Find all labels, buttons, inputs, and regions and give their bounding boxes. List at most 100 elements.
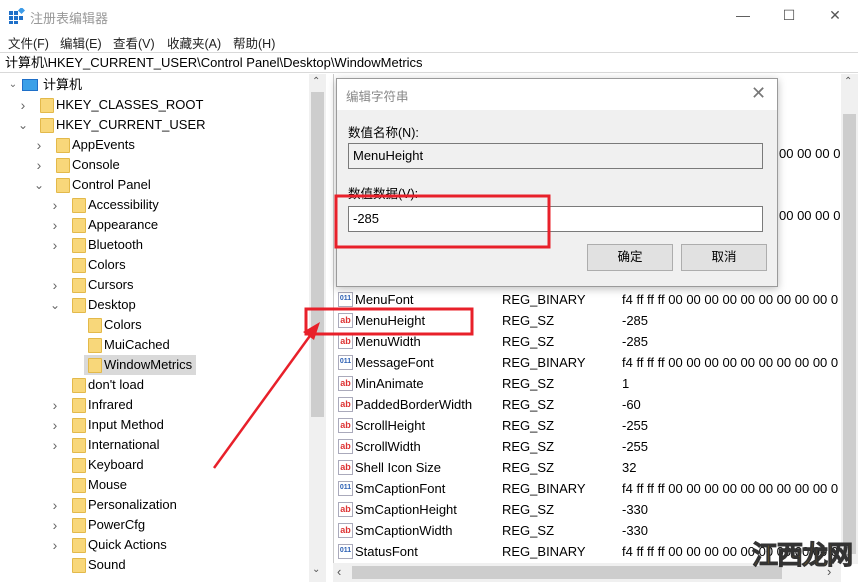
tree-item[interactable]: › Personalization bbox=[0, 495, 309, 515]
close-button[interactable]: ✕ bbox=[812, 0, 858, 30]
chevron-right-icon[interactable]: › bbox=[50, 435, 60, 455]
value-row[interactable]: 011 MessageFont REG_BINARY f4 ff ff ff 00 0… bbox=[338, 352, 848, 373]
address-bar[interactable]: 计算机\HKEY_CURRENT_USER\Control Panel\Desk… bbox=[0, 52, 858, 73]
tree-item-label: Bluetooth bbox=[88, 237, 143, 252]
value-row[interactable]: ab MinAnimate REG_SZ 1 bbox=[338, 373, 848, 394]
tree-item-label: Cursors bbox=[88, 277, 134, 292]
value-name: MessageFont bbox=[355, 355, 434, 370]
chevron-right-icon[interactable]: › bbox=[50, 235, 60, 255]
scroll-left-icon[interactable]: ‹ bbox=[337, 564, 341, 579]
minimize-button[interactable]: — bbox=[720, 0, 766, 30]
tree-item[interactable]: Colors bbox=[0, 255, 309, 275]
tree-item[interactable]: WindowMetrics bbox=[0, 355, 309, 375]
folder-icon bbox=[40, 118, 54, 133]
dialog-close-icon[interactable]: ✕ bbox=[751, 83, 766, 104]
scroll-up-icon[interactable]: ⌃ bbox=[844, 76, 852, 87]
folder-icon bbox=[88, 358, 102, 373]
value-row[interactable]: 011 MenuFont REG_BINARY f4 ff ff ff 00 00 0… bbox=[338, 289, 848, 310]
tree-item[interactable]: › AppEvents bbox=[0, 135, 309, 155]
tree-item[interactable]: › Bluetooth bbox=[0, 235, 309, 255]
chevron-right-icon[interactable]: › bbox=[50, 535, 60, 555]
value-row[interactable]: ab PaddedBorderWidth REG_SZ -60 bbox=[338, 394, 848, 415]
chevron-right-icon[interactable]: › bbox=[50, 515, 60, 535]
tree-item[interactable]: ⌄ HKEY_CURRENT_USER bbox=[0, 115, 309, 135]
menu-help[interactable]: 帮助(H) bbox=[233, 33, 275, 52]
list-hscroll-thumb[interactable] bbox=[352, 566, 782, 579]
tree-item-label: Infrared bbox=[88, 397, 133, 412]
tree-item[interactable]: › Cursors bbox=[0, 275, 309, 295]
string-value-icon: ab bbox=[338, 376, 353, 391]
tree-item[interactable]: ⌄ 计算机 bbox=[0, 75, 309, 95]
value-row[interactable]: ab MenuHeight REG_SZ -285 bbox=[338, 310, 848, 331]
ok-button[interactable]: 确定 bbox=[587, 244, 673, 271]
binary-value-icon: 011 bbox=[338, 544, 353, 559]
tree-item[interactable]: Colors bbox=[0, 315, 309, 335]
computer-icon bbox=[22, 79, 38, 91]
tree-item[interactable]: › HKEY_CLASSES_ROOT bbox=[0, 95, 309, 115]
menu-file[interactable]: 文件(F) bbox=[8, 33, 49, 52]
folder-icon bbox=[88, 318, 102, 333]
scroll-up-icon[interactable]: ⌃ bbox=[312, 76, 320, 87]
tree-item[interactable]: ⌄ Desktop bbox=[0, 295, 309, 315]
tree-item[interactable]: don't load bbox=[0, 375, 309, 395]
scroll-down-icon[interactable]: ⌄ bbox=[312, 564, 320, 575]
chevron-right-icon[interactable]: › bbox=[50, 415, 60, 435]
tree-item[interactable]: › Quick Actions bbox=[0, 535, 309, 555]
tree-item-label: PowerCfg bbox=[88, 517, 146, 532]
chevron-right-icon[interactable]: › bbox=[18, 95, 28, 115]
chevron-right-icon[interactable]: › bbox=[50, 195, 60, 215]
chevron-down-icon[interactable]: ⌄ bbox=[18, 115, 28, 135]
chevron-down-icon[interactable]: ⌄ bbox=[50, 295, 60, 315]
folder-icon bbox=[72, 518, 86, 533]
tree-item[interactable]: › Appearance bbox=[0, 215, 309, 235]
tree-item[interactable]: › Accessibility bbox=[0, 195, 309, 215]
chevron-right-icon[interactable]: › bbox=[34, 155, 44, 175]
string-value-icon: ab bbox=[338, 460, 353, 475]
maximize-button[interactable]: ☐ bbox=[766, 0, 812, 30]
value-row[interactable]: ab ScrollHeight REG_SZ -255 bbox=[338, 415, 848, 436]
value-row[interactable]: ab SmCaptionHeight REG_SZ -330 bbox=[338, 499, 848, 520]
dialog-title: 编辑字符串 bbox=[346, 90, 409, 104]
tree-item[interactable]: ⌄ Control Panel bbox=[0, 175, 309, 195]
cancel-button[interactable]: 取消 bbox=[681, 244, 767, 271]
key-tree: ⌄ 计算机 › HKEY_CLASSES_ROOT ⌄ HKEY_CURRENT_USER… bbox=[0, 74, 326, 582]
chevron-right-icon[interactable]: › bbox=[50, 275, 60, 295]
value-row[interactable]: 011 SmCaptionFont REG_BINARY f4 ff ff ff 00… bbox=[338, 478, 848, 499]
menu-favorites[interactable]: 收藏夹(A) bbox=[167, 33, 221, 52]
folder-icon bbox=[72, 298, 86, 313]
value-data-input[interactable]: -285 bbox=[348, 206, 763, 232]
chevron-right-icon[interactable]: › bbox=[50, 495, 60, 515]
chevron-right-icon[interactable]: › bbox=[50, 215, 60, 235]
tree-scroll-thumb[interactable] bbox=[311, 92, 324, 417]
tree-item[interactable]: Sound bbox=[0, 555, 309, 575]
tree-item[interactable]: › Input Method bbox=[0, 415, 309, 435]
tree-item-label: Personalization bbox=[88, 497, 177, 512]
folder-icon bbox=[88, 338, 102, 353]
folder-icon bbox=[72, 378, 86, 393]
tree-item[interactable]: › International bbox=[0, 435, 309, 455]
tree-item[interactable]: MuiCached bbox=[0, 335, 309, 355]
value-row[interactable]: ab ScrollWidth REG_SZ -255 bbox=[338, 436, 848, 457]
folder-icon bbox=[56, 178, 70, 193]
tree-item[interactable]: › Infrared bbox=[0, 395, 309, 415]
tree-item-label: HKEY_CLASSES_ROOT bbox=[56, 97, 204, 112]
chevron-down-icon[interactable]: ⌄ bbox=[34, 175, 44, 195]
folder-icon bbox=[72, 198, 86, 213]
tree-item[interactable]: › Console bbox=[0, 155, 309, 175]
string-value-icon: ab bbox=[338, 418, 353, 433]
menu-edit[interactable]: 编辑(E) bbox=[60, 33, 102, 52]
value-row[interactable]: ab Shell Icon Size REG_SZ 32 bbox=[338, 457, 848, 478]
chevron-down-icon[interactable]: ⌄ bbox=[8, 75, 18, 95]
string-value-icon: ab bbox=[338, 502, 353, 517]
binary-value-icon: 011 bbox=[338, 355, 353, 370]
tree-item[interactable]: Keyboard bbox=[0, 455, 309, 475]
value-data: 32 bbox=[622, 460, 637, 475]
tree-item[interactable]: › PowerCfg bbox=[0, 515, 309, 535]
tree-item[interactable]: Mouse bbox=[0, 475, 309, 495]
chevron-right-icon[interactable]: › bbox=[34, 135, 44, 155]
value-row[interactable]: ab MenuWidth REG_SZ -285 bbox=[338, 331, 848, 352]
menu-view[interactable]: 查看(V) bbox=[113, 33, 155, 52]
chevron-right-icon[interactable]: › bbox=[50, 395, 60, 415]
list-scroll-thumb[interactable] bbox=[843, 114, 856, 554]
value-data: -285 bbox=[622, 313, 649, 328]
